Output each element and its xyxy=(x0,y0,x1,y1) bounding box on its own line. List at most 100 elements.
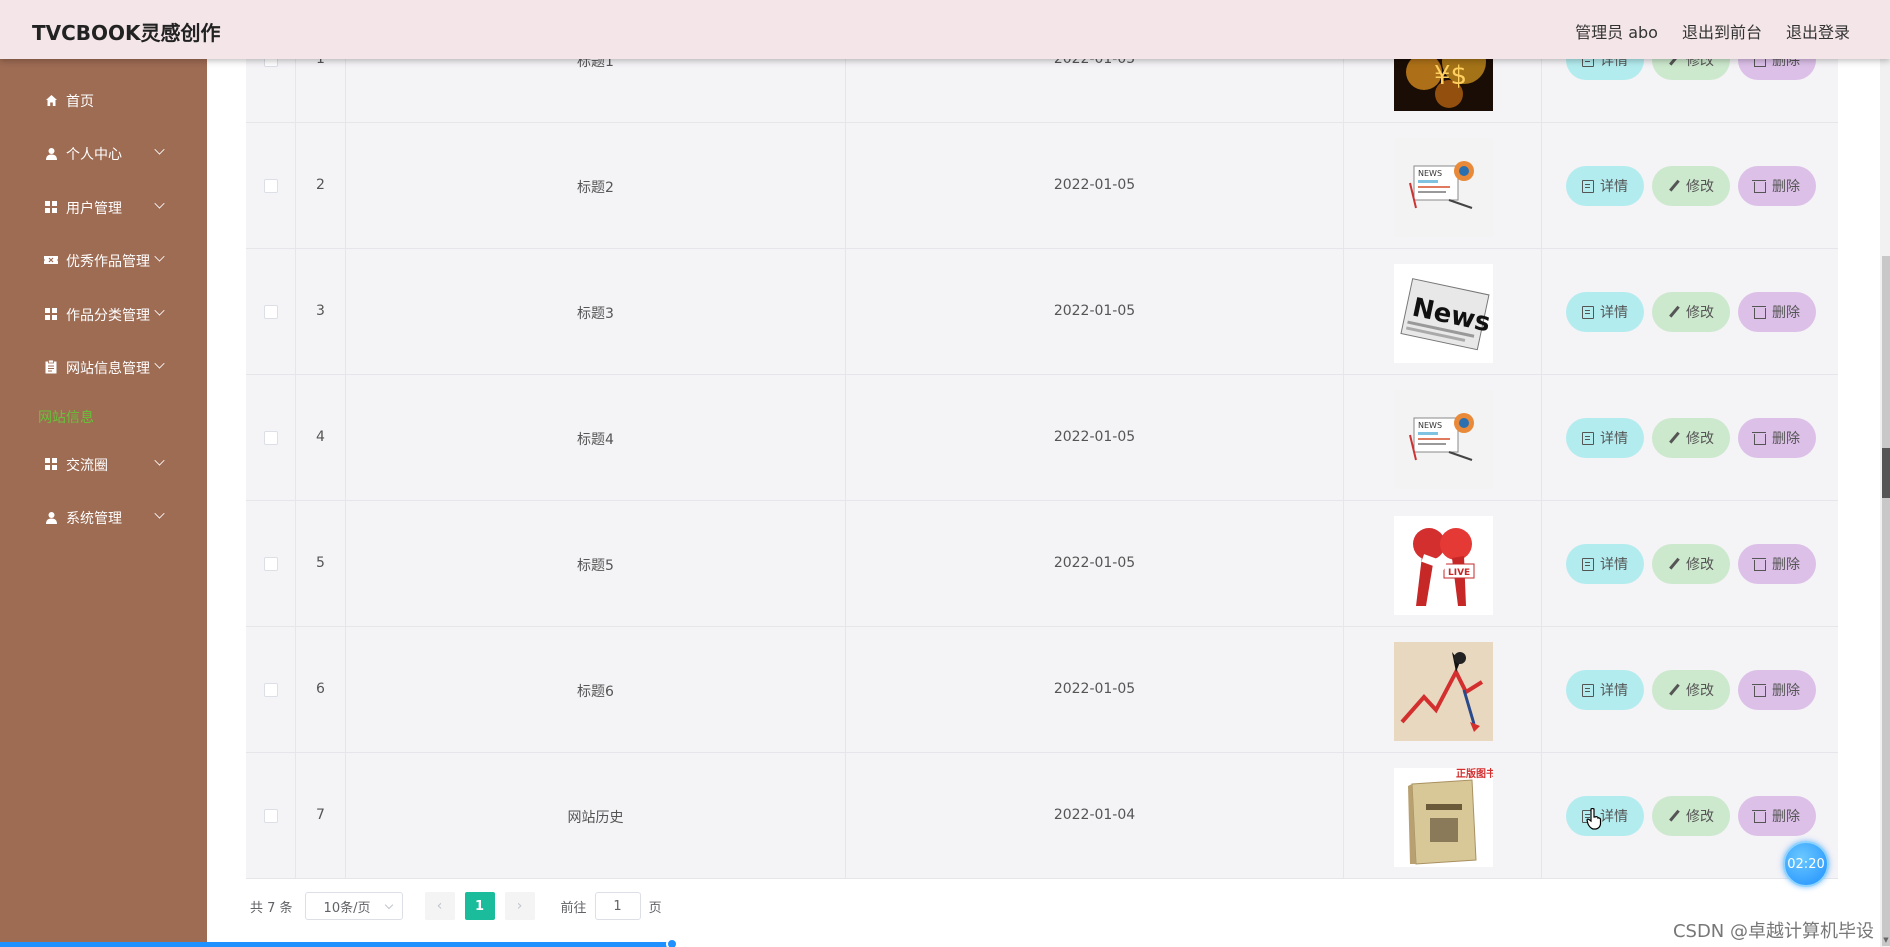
next-page-button[interactable]: › xyxy=(504,892,535,920)
row-checkbox[interactable] xyxy=(264,809,278,823)
chevron-left-icon: ‹ xyxy=(436,898,443,914)
user-icon xyxy=(44,146,58,160)
table-row: 6 标题6 2022-01-05 详情 修改 删除 xyxy=(246,627,1838,753)
row-title: 标题5 xyxy=(577,558,614,574)
edit-button[interactable]: 修改 xyxy=(1652,670,1730,710)
hand-cursor-icon xyxy=(1586,807,1602,834)
row-thumbnail: News xyxy=(1394,264,1493,363)
document-icon xyxy=(1582,179,1594,193)
sidebar-item-label: 优秀作品管理 xyxy=(66,254,150,270)
edit-icon xyxy=(1668,558,1680,571)
edit-icon xyxy=(1668,180,1680,193)
row-title: 标题3 xyxy=(577,306,614,322)
edit-button[interactable]: 修改 xyxy=(1652,544,1730,584)
chevron-down-icon xyxy=(154,358,165,369)
row-checkbox[interactable] xyxy=(264,683,278,697)
sidebar-item-system[interactable]: 系统管理 xyxy=(0,497,207,537)
watermark: CSDN @卓越计算机毕设 xyxy=(1672,921,1874,942)
svg-text:¥$: ¥$ xyxy=(1434,61,1467,91)
sidebar-item-community[interactable]: 交流圈 xyxy=(0,444,207,484)
page-size-select[interactable]: 10条/页 xyxy=(304,892,403,920)
total-count: 共 7 条 xyxy=(250,900,293,916)
logout-link[interactable]: 退出登录 xyxy=(1786,19,1850,43)
chevron-down-icon xyxy=(154,508,165,519)
sidebar-subitem-site-info[interactable]: 网站信息 xyxy=(38,407,94,427)
row-title: 网站历史 xyxy=(567,810,624,826)
row-date: 2022-01-05 xyxy=(1053,303,1136,319)
sidebar-item-users[interactable]: 用户管理 xyxy=(0,187,207,227)
table-row: 3 标题3 2022-01-05 News 详情 修改 删除 xyxy=(246,249,1838,375)
edit-button[interactable]: 修改 xyxy=(1652,292,1730,332)
edit-icon xyxy=(1668,684,1680,697)
scrollbar-thumb[interactable] xyxy=(1882,256,1890,946)
news-text: NEWS xyxy=(1418,421,1442,430)
edit-button[interactable]: 修改 xyxy=(1652,796,1730,836)
table-row: 4 标题4 2022-01-05 NEWS 详情 修改 删除 xyxy=(246,375,1838,501)
sidebar-item-profile[interactable]: 个人中心 xyxy=(0,133,207,173)
edit-icon xyxy=(1668,306,1680,319)
edit-button[interactable]: 修改 xyxy=(1652,59,1730,80)
edit-button[interactable]: 修改 xyxy=(1652,166,1730,206)
delete-button[interactable]: 删除 xyxy=(1738,796,1816,836)
row-date: 2022-01-04 xyxy=(1053,807,1136,823)
row-index: 5 xyxy=(316,555,325,571)
pagination: 共 7 条 10条/页 ‹ 1 › 前往 页 xyxy=(250,890,662,922)
row-thumbnail: LIVE xyxy=(1394,516,1493,615)
edit-button[interactable]: 修改 xyxy=(1652,418,1730,458)
exit-to-front-link[interactable]: 退出到前台 xyxy=(1682,19,1762,43)
row-thumbnail: NEWS xyxy=(1394,390,1493,489)
sidebar-item-categories[interactable]: 作品分类管理 xyxy=(0,294,207,334)
delete-button[interactable]: 删除 xyxy=(1738,670,1816,710)
edit-icon xyxy=(1668,432,1680,445)
row-checkbox[interactable] xyxy=(264,557,278,571)
row-title: 标题1 xyxy=(577,59,614,70)
trash-icon xyxy=(1752,557,1766,571)
trash-icon xyxy=(1752,683,1766,697)
news-text: NEWS xyxy=(1418,169,1442,178)
row-index: 1 xyxy=(316,59,325,67)
detail-button[interactable]: 详情 xyxy=(1566,59,1644,80)
scrollbar-marker xyxy=(1882,448,1890,498)
scroll-down-arrow-icon[interactable]: ▼ xyxy=(1882,936,1890,944)
timer-badge[interactable]: 02:20 xyxy=(1783,841,1829,887)
delete-button[interactable]: 删除 xyxy=(1738,292,1816,332)
detail-button[interactable]: 详情 xyxy=(1566,166,1644,206)
ticket-icon xyxy=(44,253,58,267)
table-row: 5 标题5 2022-01-05 LIVE 详情 修改 删除 xyxy=(246,501,1838,627)
sidebar-item-works[interactable]: 优秀作品管理 xyxy=(0,240,207,280)
document-icon xyxy=(1582,431,1594,445)
delete-button[interactable]: 删除 xyxy=(1738,166,1816,206)
video-progress-bar[interactable] xyxy=(0,942,676,947)
row-thumbnail: 正版图书 xyxy=(1394,768,1493,867)
row-checkbox[interactable] xyxy=(264,431,278,445)
admin-user-label[interactable]: 管理员 abo xyxy=(1575,19,1658,43)
sidebar-item-label: 网站信息管理 xyxy=(66,361,150,377)
detail-button[interactable]: 详情 xyxy=(1566,292,1644,332)
row-index: 3 xyxy=(316,303,325,319)
delete-button[interactable]: 删除 xyxy=(1738,59,1816,80)
sidebar-item-home[interactable]: 首页 xyxy=(0,80,207,120)
video-progress-handle[interactable] xyxy=(666,938,678,947)
home-icon xyxy=(44,93,58,107)
trash-icon xyxy=(1752,431,1766,445)
detail-button[interactable]: 详情 xyxy=(1566,796,1644,836)
top-links: 管理员 abo 退出到前台 退出登录 xyxy=(1575,19,1850,43)
sidebar-item-label: 交流圈 xyxy=(66,458,108,474)
goto-page-input[interactable] xyxy=(594,892,641,920)
row-thumbnail: ¥$ xyxy=(1394,59,1493,111)
sidebar-item-site-info[interactable]: 网站信息管理 xyxy=(0,347,207,387)
sidebar-item-label: 个人中心 xyxy=(66,147,122,163)
row-checkbox[interactable] xyxy=(264,305,278,319)
delete-button[interactable]: 删除 xyxy=(1738,544,1816,584)
row-checkbox[interactable] xyxy=(264,59,278,67)
row-checkbox[interactable] xyxy=(264,179,278,193)
detail-button[interactable]: 详情 xyxy=(1566,670,1644,710)
page-number[interactable]: 1 xyxy=(464,892,495,920)
sidebar-item-label: 系统管理 xyxy=(66,511,122,527)
delete-button[interactable]: 删除 xyxy=(1738,418,1816,458)
document-icon xyxy=(1582,683,1594,697)
detail-button[interactable]: 详情 xyxy=(1566,418,1644,458)
prev-page-button[interactable]: ‹ xyxy=(424,892,455,920)
chevron-down-icon xyxy=(154,144,165,155)
detail-button[interactable]: 详情 xyxy=(1566,544,1644,584)
